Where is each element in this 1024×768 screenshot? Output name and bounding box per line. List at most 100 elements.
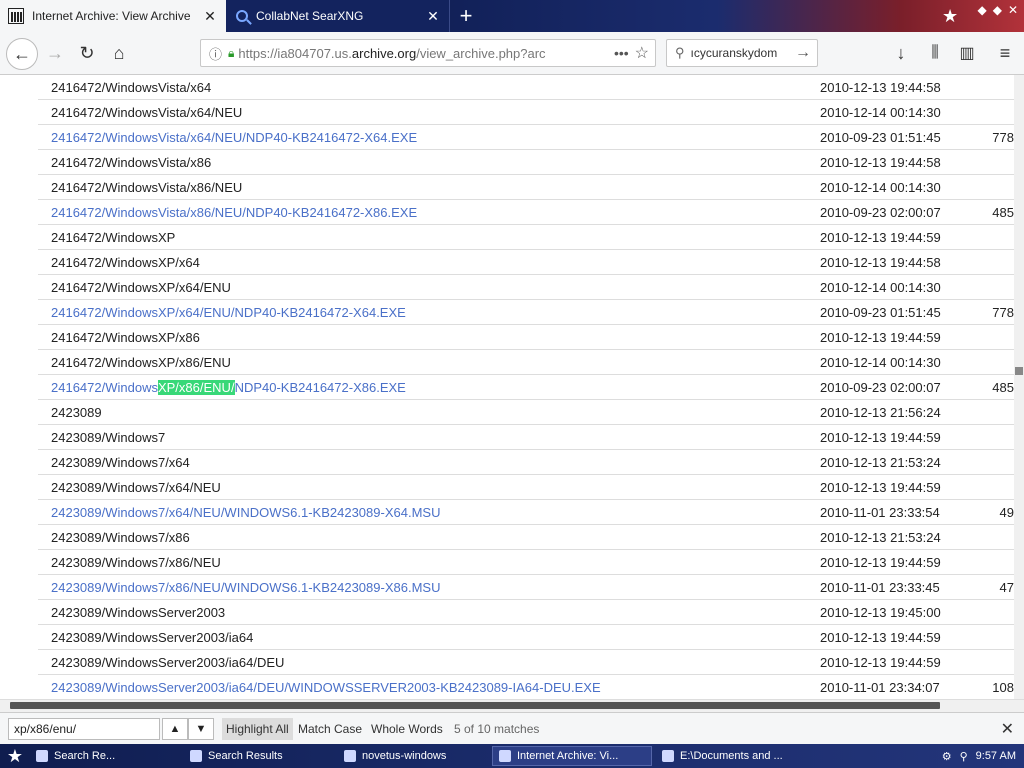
- table-row: 2423089/Windows7/x86/NEU 2010-12-13 19:44…: [38, 550, 1014, 575]
- modified-date: 2010-09-23 01:51:45: [820, 130, 941, 145]
- close-icon[interactable]: ✕: [425, 8, 441, 24]
- highlight-all-toggle[interactable]: Highlight All: [222, 718, 293, 740]
- modified-date: 2010-12-14 00:14:30: [820, 355, 941, 370]
- window-close-button[interactable]: ✕: [1008, 3, 1018, 17]
- file-link[interactable]: 2416472/WindowsVista/x86/NEU/NDP40-KB241…: [51, 205, 417, 220]
- find-previous-button[interactable]: ▲: [162, 718, 188, 740]
- match-count: 5 of 10 matches: [454, 722, 540, 736]
- taskbar-item[interactable]: novetus-windows: [338, 746, 488, 766]
- folder-name: 2416472/WindowsVista/x64: [51, 80, 212, 95]
- table-row: 2423089/WindowsServer2003/ia64 2010-12-13…: [38, 625, 1014, 650]
- table-row: 2416472/WindowsXP 2010-12-13 19:44:59: [38, 225, 1014, 250]
- network-icon[interactable]: ⚙︎: [942, 750, 952, 763]
- search-go-icon[interactable]: →: [795, 44, 811, 62]
- file-size: 49: [999, 505, 1014, 520]
- file-link[interactable]: 2423089/Windows7/x64/NEU/WINDOWS6.1-KB24…: [51, 505, 440, 520]
- file-size: 778: [992, 130, 1014, 145]
- modified-date: 2010-12-13 19:44:59: [820, 555, 941, 570]
- minimize-button[interactable]: ◆: [977, 3, 986, 17]
- modified-date: 2010-12-13 19:44:59: [820, 480, 941, 495]
- file-link[interactable]: 2416472/WindowsXP/x64/ENU/NDP40-KB241647…: [51, 305, 406, 320]
- file-link[interactable]: 2423089/Windows7/x86/NEU/WINDOWS6.1-KB24…: [51, 580, 440, 595]
- lock-icon[interactable]: 🔒︎: [228, 46, 234, 61]
- horizontal-scrollbar[interactable]: [0, 699, 1024, 712]
- modified-date: 2010-12-13 19:44:59: [820, 655, 941, 670]
- modified-date: 2010-12-13 19:44:59: [820, 330, 941, 345]
- folder-name: 2423089/Windows7/x64: [51, 455, 190, 470]
- file-link[interactable]: 2416472/WindowsVista/x64/NEU/NDP40-KB241…: [51, 130, 417, 145]
- tab-title: CollabNet SearXNG: [256, 9, 364, 23]
- bookmark-star-icon[interactable]: ☆: [635, 43, 649, 63]
- system-tray: ⚙︎ ⚲ 9:57 AM: [942, 744, 1016, 768]
- back-button[interactable]: ←: [6, 38, 38, 70]
- modified-date: 2010-12-13 21:53:24: [820, 455, 941, 470]
- taskbar-item[interactable]: Search Re...: [30, 746, 180, 766]
- library-icon[interactable]: ⫼: [920, 38, 950, 68]
- modified-date: 2010-12-13 19:45:00: [820, 605, 941, 620]
- url-domain: archive.org: [351, 45, 417, 61]
- table-row: 2423089/Windows7/x64 2010-12-13 21:53:24: [38, 450, 1014, 475]
- url-suffix: /view_archive.php?arc: [416, 45, 546, 61]
- taskbar-item-label: Search Re...: [54, 750, 116, 762]
- taskbar-item[interactable]: Internet Archive: Vi...: [492, 746, 652, 766]
- modified-date: 2010-12-14 00:14:30: [820, 105, 941, 120]
- file-size: 485: [992, 205, 1014, 220]
- table-row: 2416472/WindowsXP/x64/ENU/NDP40-KB241647…: [38, 300, 1014, 325]
- find-highlight: XP/x86/ENU/: [157, 380, 235, 395]
- name-part: 2416472/Windows: [51, 380, 158, 395]
- tab-internet-archive[interactable]: Internet Archive: View Archive ✕: [0, 0, 226, 32]
- modified-date: 2010-09-23 02:00:07: [820, 380, 941, 395]
- folder-name: 2416472/WindowsXP/x64: [51, 255, 200, 270]
- page-actions-icon[interactable]: •••: [614, 45, 629, 61]
- clock: 9:57 AM: [975, 750, 1016, 762]
- file-link[interactable]: 2416472/WindowsXP/x86/ENU/NDP40-KB241647…: [51, 380, 406, 395]
- home-button[interactable]: ⌂: [104, 38, 134, 68]
- scroll-thumb[interactable]: [1015, 367, 1023, 375]
- downloads-icon[interactable]: ↓: [886, 38, 916, 68]
- modified-date: 2010-12-13 19:44:58: [820, 255, 941, 270]
- table-row: 2423089/Windows7/x86 2010-12-13 21:53:24: [38, 525, 1014, 550]
- tab-strip: Internet Archive: View Archive ✕ CollabN…: [0, 0, 1024, 32]
- table-row: 2416472/WindowsXP/x64/ENU 2010-12-14 00:1…: [38, 275, 1014, 300]
- file-link[interactable]: 2423089/WindowsServer2003/ia64/DEU/WINDO…: [51, 680, 601, 695]
- url-text[interactable]: https://ia804707.us.archive.org/view_arc…: [238, 46, 608, 61]
- info-icon[interactable]: ⓘ: [209, 44, 222, 63]
- close-icon[interactable]: ✕: [202, 8, 218, 24]
- search-icon[interactable]: ⚲: [960, 750, 968, 763]
- reload-button[interactable]: ↻: [72, 38, 102, 68]
- star-logo-icon: ★: [942, 6, 959, 26]
- file-size: 47: [999, 580, 1014, 595]
- url-bar[interactable]: ⓘ 🔒︎ https://ia804707.us.archive.org/vie…: [200, 39, 656, 67]
- modified-date: 2010-11-01 23:33:45: [820, 580, 940, 595]
- start-button[interactable]: ★: [0, 744, 30, 768]
- search-bar[interactable]: ⚲ ıcycuranskydom →: [666, 39, 818, 67]
- table-row: 2423089/Windows7 2010-12-13 19:44:59: [38, 425, 1014, 450]
- scroll-thumb[interactable]: [10, 702, 940, 709]
- taskbar-item[interactable]: E:\Documents and ...: [656, 746, 816, 766]
- modified-date: 2010-09-23 02:00:07: [820, 205, 941, 220]
- taskbar-item[interactable]: Search Results: [184, 746, 334, 766]
- match-case-toggle[interactable]: Match Case: [298, 722, 362, 736]
- window-icon: [499, 750, 511, 762]
- modified-date: 2010-11-01 23:34:07: [820, 680, 940, 695]
- folder-name: 2416472/WindowsXP/x64/ENU: [51, 280, 231, 295]
- tab-searxng[interactable]: CollabNet SearXNG ✕: [226, 0, 450, 32]
- archive-icon: [8, 8, 24, 24]
- modified-date: 2010-12-13 19:44:58: [820, 155, 941, 170]
- table-row: 2423089/WindowsServer2003 2010-12-13 19:4…: [38, 600, 1014, 625]
- table-row: 2423089/Windows7/x64/NEU 2010-12-13 19:44…: [38, 475, 1014, 500]
- close-icon[interactable]: ✕: [1001, 719, 1014, 739]
- search-icon: ⚲: [675, 45, 685, 60]
- find-input[interactable]: xp/x86/enu/: [8, 718, 160, 740]
- find-next-button[interactable]: ▼: [188, 718, 214, 740]
- maximize-button[interactable]: ◆: [993, 3, 1002, 17]
- table-row: 2416472/WindowsVista/x64/NEU/NDP40-KB241…: [38, 125, 1014, 150]
- forward-button[interactable]: →: [40, 38, 70, 68]
- search-text[interactable]: ıcycuranskydom: [691, 46, 795, 60]
- table-row: 2423089/Windows7/x86/NEU/WINDOWS6.1-KB24…: [38, 575, 1014, 600]
- new-tab-button[interactable]: +: [454, 4, 478, 28]
- sidebar-icon[interactable]: ▥: [952, 38, 982, 68]
- vertical-scrollbar[interactable]: [1014, 75, 1024, 699]
- whole-words-toggle[interactable]: Whole Words: [371, 722, 443, 736]
- menu-icon[interactable]: ≡: [990, 38, 1020, 68]
